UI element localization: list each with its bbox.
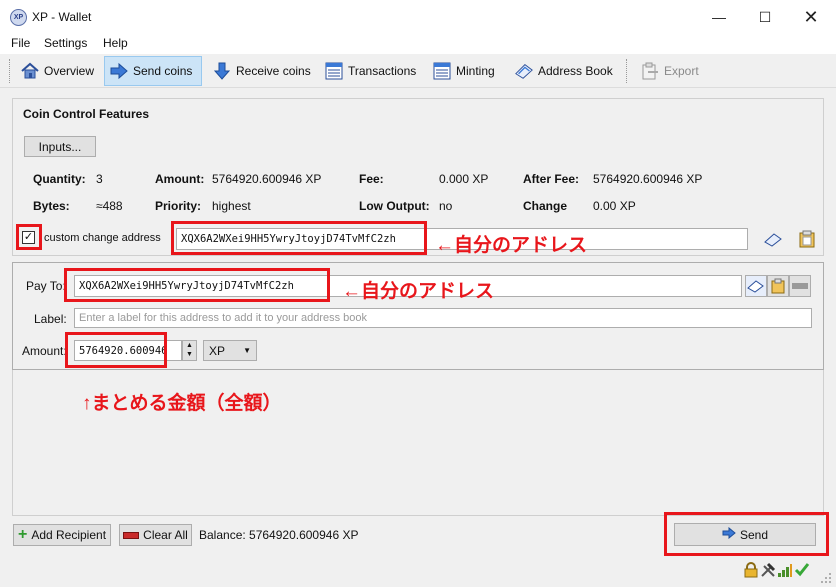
- bytes-value: ≈488: [96, 199, 123, 213]
- change-address-book-icon[interactable]: [762, 228, 784, 250]
- unit-select-value: XP: [209, 343, 226, 358]
- amount-spinner[interactable]: ▲ ▼: [182, 340, 197, 361]
- custom-change-label: custom change address: [44, 232, 161, 244]
- receive-arrow-icon: [212, 61, 232, 81]
- minimize-button[interactable]: —: [696, 0, 742, 34]
- change-label: Change: [523, 199, 568, 213]
- tab-minting-label: Minting: [456, 64, 495, 78]
- change-paste-icon[interactable]: [796, 228, 818, 250]
- amount-annotation: ↑まとめる金額（全額）: [82, 393, 282, 414]
- amount-field-label: Amount:: [22, 344, 67, 358]
- priority-label: Priority:: [155, 199, 202, 213]
- label-input[interactable]: Enter a label for this address to add it…: [74, 308, 812, 328]
- add-recipient-label: Add Recipient: [31, 528, 107, 542]
- app-logo-icon: XP: [10, 9, 27, 26]
- clear-all-label: Clear All: [143, 528, 188, 542]
- tab-receive-coins-label: Receive coins: [236, 64, 311, 78]
- inputs-button[interactable]: Inputs...: [24, 136, 96, 157]
- tab-overview[interactable]: Overview: [16, 56, 98, 86]
- list-icon: [324, 61, 344, 81]
- title-bar: XP XP - Wallet — ☐ ✕: [0, 0, 836, 34]
- menu-file[interactable]: File: [11, 36, 30, 50]
- after-fee-label: After Fee:: [523, 172, 580, 186]
- tab-address-book-label: Address Book: [538, 64, 613, 78]
- send-highlight-box: [664, 512, 829, 556]
- tab-send-coins-label: Send coins: [133, 64, 193, 78]
- synced-check-icon: [794, 561, 810, 580]
- quantity-label: Quantity:: [33, 172, 86, 186]
- plus-icon: +: [17, 526, 28, 543]
- label-placeholder: Enter a label for this address to add it…: [79, 312, 367, 324]
- fee-value: 0.000 XP: [439, 172, 489, 186]
- amount-label: Amount:: [155, 172, 205, 186]
- home-icon: [20, 61, 40, 81]
- amount-highlight-box: [65, 332, 167, 368]
- signal-strength-icon: [777, 562, 793, 581]
- window-title: XP - Wallet: [32, 10, 92, 24]
- tab-overview-label: Overview: [44, 64, 95, 78]
- resize-grip[interactable]: [818, 570, 832, 584]
- priority-value: highest: [212, 199, 251, 213]
- menu-bar: File Settings Help: [0, 34, 836, 54]
- unit-select[interactable]: XP ▼: [203, 340, 257, 361]
- coin-control-title: Coin Control Features: [23, 107, 150, 121]
- change-address-highlight-box: [171, 221, 427, 255]
- clear-all-button[interactable]: Clear All: [119, 524, 192, 546]
- change-value: 0.00 XP: [593, 199, 636, 213]
- fee-label: Fee:: [359, 172, 384, 186]
- tab-minting[interactable]: Minting: [428, 56, 499, 86]
- toolbar: Overview Send coins Receive coins Transa…: [0, 54, 836, 88]
- chevron-down-icon: ▼: [243, 346, 251, 355]
- tab-transactions-label: Transactions: [348, 64, 417, 78]
- own-address-annotation-1: ←自分のアドレス: [435, 235, 588, 256]
- low-output-label: Low Output:: [359, 199, 430, 213]
- eraser-icon: [123, 531, 140, 539]
- low-output-value: no: [439, 199, 453, 213]
- maximize-button[interactable]: ☐: [742, 0, 788, 34]
- tab-receive-coins[interactable]: Receive coins: [208, 56, 315, 86]
- menu-help[interactable]: Help: [103, 36, 128, 50]
- remove-recipient-icon[interactable]: [789, 275, 811, 297]
- checkbox-highlight-box: [16, 224, 42, 250]
- status-bar: [0, 556, 836, 587]
- bytes-label: Bytes:: [33, 199, 70, 213]
- toolbar-separator: [626, 59, 627, 83]
- send-arrow-icon: [109, 61, 129, 81]
- label-label: Label:: [34, 312, 67, 326]
- tab-transactions[interactable]: Transactions: [320, 56, 420, 86]
- pay-to-paste-icon[interactable]: [767, 275, 789, 297]
- address-book-icon: [514, 61, 534, 81]
- pay-to-label: Pay To:: [26, 279, 66, 293]
- tab-address-book[interactable]: Address Book: [510, 56, 617, 86]
- pay-to-address-book-icon[interactable]: [745, 275, 767, 297]
- toolbar-grip: [9, 59, 12, 83]
- amount-value: 5764920.600946 XP: [212, 172, 322, 186]
- quantity-value: 3: [96, 172, 103, 186]
- export-label: Export: [664, 64, 699, 78]
- balance-text: Balance: 5764920.600946 XP: [199, 528, 359, 542]
- own-address-annotation-2: ←自分のアドレス: [342, 281, 495, 302]
- export-button[interactable]: Export: [636, 56, 703, 86]
- menu-settings[interactable]: Settings: [44, 36, 87, 50]
- minting-list-icon: [432, 61, 452, 81]
- mining-tools-icon: [760, 562, 776, 581]
- lock-icon: [744, 562, 758, 581]
- add-recipient-button[interactable]: + Add Recipient: [13, 524, 111, 546]
- export-clipboard-icon: [640, 61, 660, 81]
- close-button[interactable]: ✕: [788, 0, 834, 34]
- tab-send-coins[interactable]: Send coins: [104, 56, 202, 86]
- pay-to-highlight-box: [64, 268, 330, 302]
- after-fee-value: 5764920.600946 XP: [593, 172, 703, 186]
